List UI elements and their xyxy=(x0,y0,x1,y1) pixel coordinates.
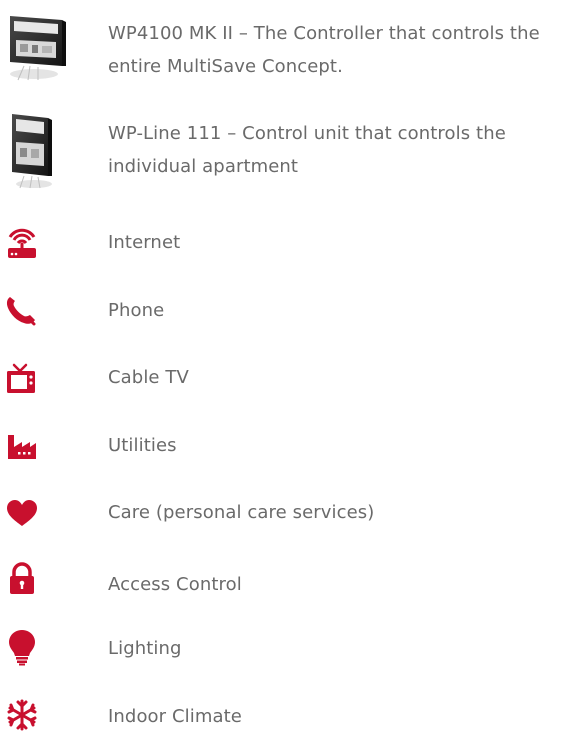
internet-label: Internet xyxy=(108,232,181,253)
list-item-utilities: Utilities xyxy=(0,427,576,467)
indoor-climate-label: Indoor Climate xyxy=(108,706,242,727)
list-item-lighting: Lighting xyxy=(0,626,576,670)
access-control-label: Access Control xyxy=(108,574,242,595)
feature-list: WP4100 MK II – The Controller that contr… xyxy=(0,0,576,743)
control-unit-label: WP-Line 111 – Control unit that controls… xyxy=(108,123,506,177)
heart-icon xyxy=(4,498,64,528)
care-label: Care (personal care services) xyxy=(108,502,375,523)
snowflake-icon xyxy=(4,698,64,732)
lock-icon xyxy=(4,562,64,596)
controller-label: WP4100 MK II – The Controller that contr… xyxy=(108,23,540,77)
router-wifi-icon xyxy=(4,225,64,259)
factory-icon xyxy=(4,431,64,461)
list-item-access-control: Access Control xyxy=(0,562,576,602)
control-unit-device-icon xyxy=(8,110,68,190)
list-item-care: Care (personal care services) xyxy=(0,494,576,534)
list-item-internet: Internet xyxy=(0,225,576,265)
list-item-control-unit: WP-Line 111 – Control unit that controls… xyxy=(0,106,576,196)
list-item-controller: WP4100 MK II – The Controller that contr… xyxy=(0,0,576,96)
list-item-cable-tv: Cable TV xyxy=(0,359,576,399)
phone-label: Phone xyxy=(108,300,165,321)
controller-device-icon xyxy=(4,10,66,82)
cable-tv-label: Cable TV xyxy=(108,367,189,388)
lighting-label: Lighting xyxy=(108,638,182,659)
lightbulb-icon xyxy=(4,628,64,666)
list-item-phone: Phone xyxy=(0,292,576,332)
list-item-indoor-climate: Indoor Climate xyxy=(0,696,576,736)
utilities-label: Utilities xyxy=(108,435,177,456)
tv-icon xyxy=(4,363,64,395)
phone-icon xyxy=(4,294,64,326)
